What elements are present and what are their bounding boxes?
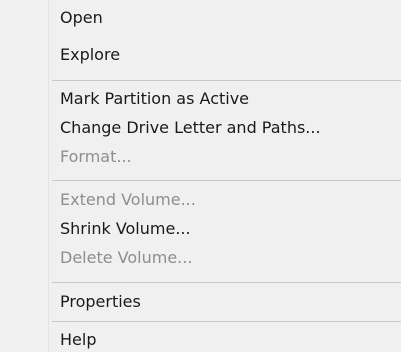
menu-item-open[interactable]: Open — [60, 7, 103, 29]
menu-item-format: Format... — [60, 147, 132, 166]
menu-separator — [52, 282, 401, 283]
menu-item-extend-volume: Extend Volume... — [60, 190, 196, 209]
menu-gutter — [48, 0, 49, 352]
menu-item-shrink-volume[interactable]: Shrink Volume... — [60, 218, 191, 240]
menu-separator — [52, 321, 401, 322]
menu-separator — [52, 80, 401, 81]
menu-item-explore[interactable]: Explore — [60, 44, 120, 66]
menu-item-help[interactable]: Help — [60, 329, 96, 351]
menu-item-mark-partition-active[interactable]: Mark Partition as Active — [60, 88, 249, 110]
menu-item-properties[interactable]: Properties — [60, 291, 141, 313]
context-menu: Open Explore Mark Partition as Active Ch… — [0, 0, 401, 352]
menu-item-change-drive-letter[interactable]: Change Drive Letter and Paths... — [60, 117, 321, 139]
menu-separator — [52, 180, 401, 181]
menu-item-delete-volume: Delete Volume... — [60, 248, 193, 267]
